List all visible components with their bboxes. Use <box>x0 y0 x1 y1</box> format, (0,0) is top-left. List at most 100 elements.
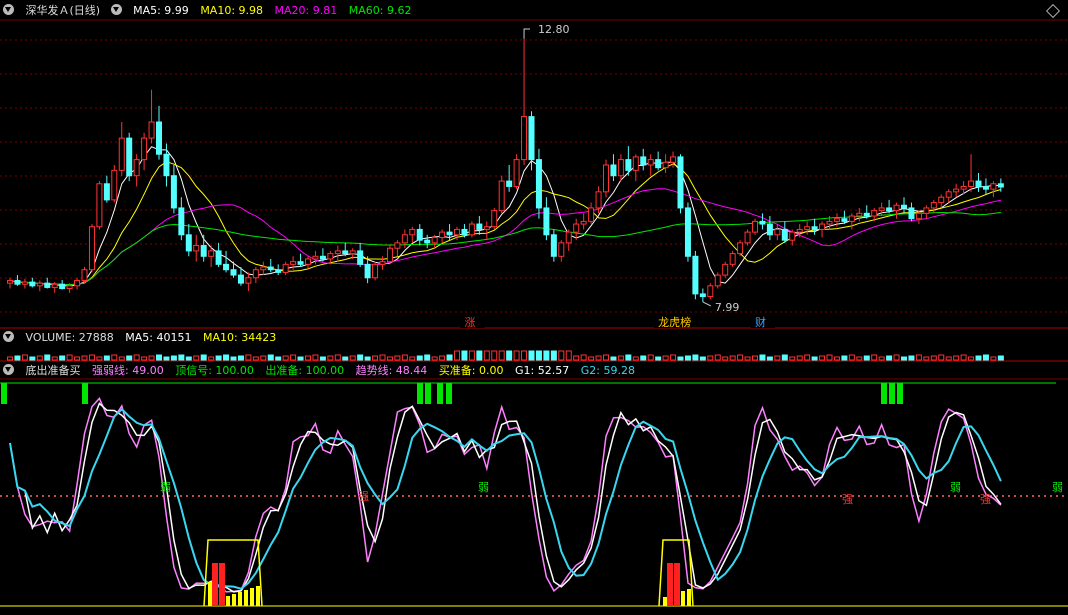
panel-menu-icon[interactable] <box>3 4 14 15</box>
candle-body <box>7 279 13 284</box>
volume-bar <box>21 354 28 361</box>
volume-bar <box>982 354 989 361</box>
indicator-signal-label: 弱 <box>478 481 489 494</box>
candle-body <box>379 261 386 265</box>
volume-bar <box>826 354 833 361</box>
ma20-value: MA20: 9.81 <box>274 4 338 17</box>
candle-body <box>483 226 490 230</box>
volume-bar <box>744 356 751 361</box>
candle-body <box>878 207 885 212</box>
candle-body <box>766 223 773 236</box>
candle-body <box>230 269 237 276</box>
volume-bar <box>603 354 609 361</box>
candle-body <box>215 250 222 265</box>
ma20-line <box>9 188 1001 286</box>
volume-bar <box>96 356 103 361</box>
volume-bar <box>863 355 870 361</box>
volume-bar <box>215 355 222 361</box>
candle-body <box>394 242 401 249</box>
candle-body <box>781 228 788 241</box>
buy-ready-bar <box>687 589 691 606</box>
volume-bar <box>632 356 639 361</box>
candle-body <box>804 226 811 230</box>
volume-bar <box>275 356 282 361</box>
candle-body <box>774 228 781 236</box>
volume-bar <box>7 356 13 361</box>
volume-bar <box>640 355 647 361</box>
volume-bar <box>200 354 207 361</box>
volume-bar <box>692 354 699 361</box>
candle-body <box>454 228 460 236</box>
volume-bar <box>208 356 215 361</box>
top-signal-bar <box>897 383 903 404</box>
volume-bar <box>416 355 423 361</box>
volume-bar <box>334 354 341 361</box>
volume-bar <box>260 355 267 361</box>
volume-bar <box>364 356 371 361</box>
top-signal-bar <box>417 383 423 404</box>
volume-bar <box>893 354 900 361</box>
buy-signal-bar <box>212 563 218 606</box>
volume-menu-icon[interactable] <box>3 331 14 342</box>
stock-title: 深华发Ａ(日线) <box>25 4 101 17</box>
candle-body <box>670 156 677 163</box>
candle-body <box>282 263 289 273</box>
candle-body <box>141 137 148 161</box>
event-tag: 财 <box>755 315 766 329</box>
volume-bar <box>528 350 535 361</box>
candle-body <box>148 121 155 139</box>
candle-body <box>588 207 595 222</box>
buy-ready-bar <box>250 588 254 606</box>
candle-body <box>908 207 915 220</box>
low-marker <box>702 301 712 307</box>
indicator-menu-icon[interactable] <box>3 364 14 375</box>
volume-bar <box>655 356 662 361</box>
candle-body <box>722 263 729 276</box>
indicator-signal-label: 强 <box>980 493 991 506</box>
candle-body <box>632 156 639 171</box>
candle-body <box>357 250 364 265</box>
volume-bar <box>454 350 460 361</box>
top-signal-bar <box>437 383 443 404</box>
volume-bar <box>781 354 788 361</box>
candle-body <box>930 202 937 209</box>
volume-bar <box>506 350 513 361</box>
volume-bar <box>59 355 66 361</box>
volume-bar <box>312 354 319 361</box>
volume-bar <box>990 356 997 361</box>
candle-body <box>133 159 140 177</box>
candle-body <box>752 220 758 233</box>
volume-bar <box>670 354 677 361</box>
volume-bar <box>14 355 21 361</box>
candle-body <box>647 159 654 166</box>
volume-bar <box>409 356 416 361</box>
volume-bar <box>684 355 691 361</box>
volume-bar <box>498 350 505 361</box>
volume-bar <box>811 356 818 361</box>
candle-body <box>178 207 185 236</box>
volume-bar <box>573 355 580 361</box>
candle-body <box>193 245 200 252</box>
volume-bar <box>342 356 349 361</box>
ma10-value: MA10: 9.98 <box>200 4 264 17</box>
strong-weak-value: 强弱线: 49.00 <box>92 364 164 377</box>
candle-body <box>126 137 133 177</box>
volume-bar <box>223 354 230 361</box>
volume-bar <box>841 355 848 361</box>
candle-body <box>29 281 36 287</box>
volume-bar <box>141 356 148 361</box>
volume-bar <box>126 355 133 361</box>
volume-bar <box>722 356 729 361</box>
ma-menu-icon[interactable] <box>110 4 122 15</box>
candle-body <box>714 274 721 287</box>
volume-bar <box>327 355 334 361</box>
volume-bar <box>44 354 51 361</box>
top-signal-bar <box>1 383 7 404</box>
volume-bar <box>833 356 840 361</box>
volume-bar <box>871 354 878 361</box>
candle-body <box>521 116 528 161</box>
top-signal-bar <box>881 383 887 404</box>
indicator-panel-header: 底出准备买 强弱线: 49.00 顶信号: 100.00 出准备: 100.00… <box>0 363 643 379</box>
volume-bar <box>118 356 125 361</box>
event-tag: 涨 <box>464 316 475 329</box>
